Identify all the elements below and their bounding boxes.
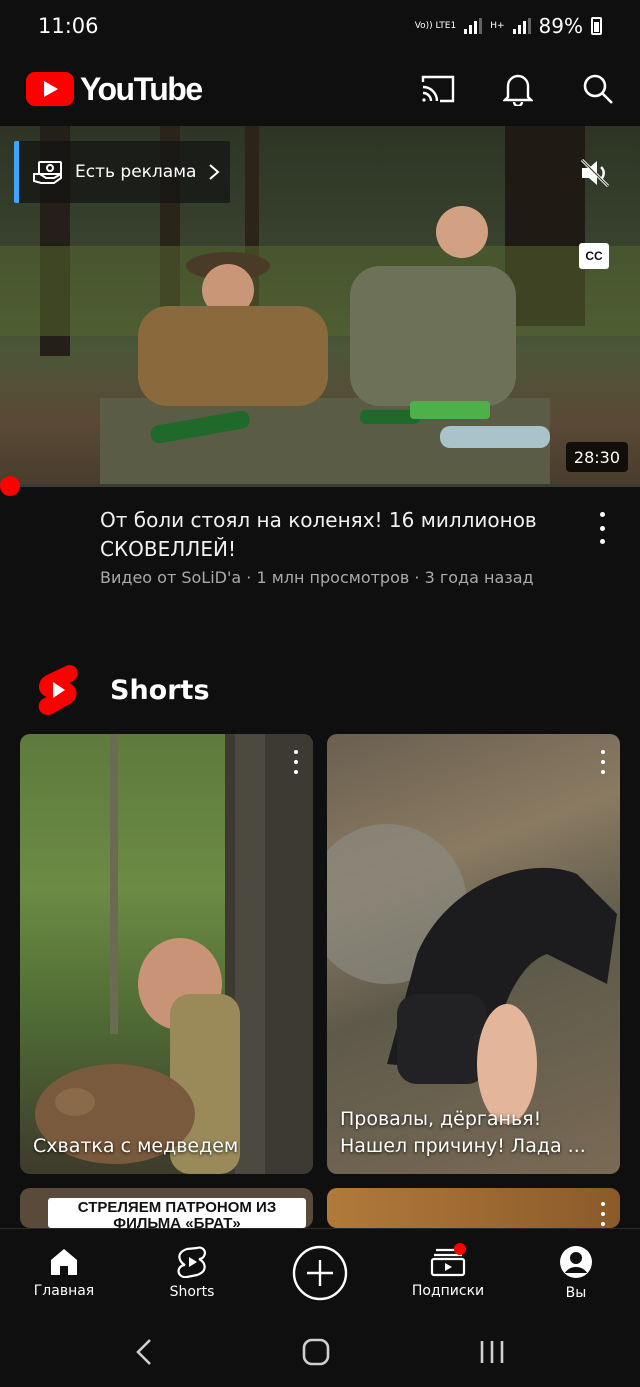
signal-1-icon — [464, 18, 483, 34]
short-caption: Схватка с медведем — [33, 1135, 239, 1157]
nav-shorts[interactable]: Shorts — [132, 1246, 252, 1300]
short-thumbnail — [35, 734, 313, 1174]
nav-home-label: Главная — [33, 1283, 95, 1299]
battery-percent: 89% — [538, 14, 583, 38]
system-navigation — [0, 1316, 640, 1387]
hplus-label: H+ — [490, 20, 505, 31]
progress-scrubber[interactable] — [0, 476, 20, 496]
short-card[interactable] — [327, 1188, 620, 1228]
shorts-icon — [177, 1246, 206, 1278]
search-icon[interactable] — [580, 71, 616, 107]
video-duration: 28:30 — [565, 442, 628, 472]
nav-home[interactable]: Главная — [4, 1247, 124, 1299]
shorts-section-header: Shorts — [36, 664, 210, 716]
nav-create[interactable] — [260, 1245, 380, 1301]
captions-button[interactable]: CC — [579, 243, 609, 269]
recent-apps-icon[interactable] — [478, 1338, 506, 1366]
back-icon[interactable] — [134, 1337, 154, 1367]
nav-you-label: Вы — [565, 1285, 587, 1301]
volte-label: Vo)) LTE1 — [414, 20, 457, 31]
nav-shorts-label: Shorts — [169, 1284, 215, 1300]
logo-text: YouTube — [80, 70, 203, 107]
short-card[interactable]: СТРЕЛЯЕМ ПАТРОНОМ ИЗ ФИЛЬМА «БРАТ» — [20, 1188, 313, 1228]
video-meta: Видео от SoLiD'a · 1 млн просмотров · 3 … — [100, 568, 534, 587]
nav-you[interactable]: Вы — [516, 1245, 636, 1301]
battery-icon — [591, 17, 602, 35]
chevron-right-icon — [209, 164, 220, 180]
nav-subscriptions-label: Подписки — [411, 1283, 485, 1299]
status-bar: 11:06 Vo)) LTE1 H+ 89% — [0, 0, 640, 52]
bell-icon[interactable] — [500, 71, 536, 107]
video-title[interactable]: От боли стоял на коленях! 16 миллионов С… — [100, 506, 560, 564]
short-caption: Провалы, дёрганья! Нашел причину! Лада .… — [340, 1108, 586, 1157]
ad-chip[interactable]: Есть реклама — [14, 141, 230, 203]
home-button-icon[interactable] — [302, 1338, 330, 1366]
shorts-logo-icon — [38, 665, 78, 715]
short-more-icon[interactable] — [293, 750, 299, 774]
bottom-navigation: Главная Shorts Подписки Вы — [0, 1228, 640, 1317]
shorts-section-title: Shorts — [110, 674, 210, 706]
youtube-logo[interactable]: YouTube — [26, 70, 203, 108]
ad-label: Есть реклама — [75, 162, 197, 182]
home-icon — [51, 1249, 77, 1275]
clock: 11:06 — [38, 14, 99, 38]
nav-subscriptions[interactable]: Подписки — [388, 1243, 508, 1299]
cast-icon[interactable] — [420, 71, 456, 107]
video-player[interactable]: Есть реклама CC 28:30 — [0, 126, 640, 484]
more-options-icon[interactable] — [598, 512, 606, 544]
short-more-icon[interactable] — [600, 750, 606, 774]
ad-money-icon — [33, 161, 62, 184]
short-banner-text: СТРЕЛЯЕМ ПАТРОНОМ ИЗ ФИЛЬМА «БРАТ» — [48, 1198, 306, 1228]
play-logo-icon — [26, 72, 74, 106]
create-icon — [292, 1245, 348, 1301]
account-icon — [560, 1246, 592, 1278]
short-more-icon[interactable] — [293, 1202, 299, 1226]
short-card[interactable]: Схватка с медведем — [20, 734, 313, 1174]
short-more-icon[interactable] — [600, 1202, 606, 1226]
status-indicators: Vo)) LTE1 H+ 89% — [415, 14, 602, 38]
notification-dot — [454, 1243, 466, 1255]
app-header: YouTube — [0, 52, 640, 126]
volume-muted-icon[interactable] — [578, 156, 612, 194]
progress-bar[interactable] — [0, 484, 640, 487]
signal-2-icon — [512, 18, 531, 34]
short-card[interactable]: Провалы, дёрганья! Нашел причину! Лада .… — [327, 734, 620, 1174]
